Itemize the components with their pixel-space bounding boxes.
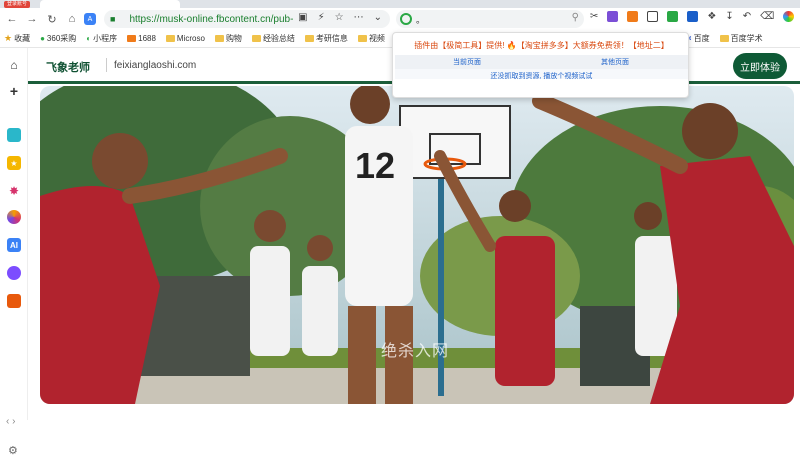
home-icon[interactable]: ⌂ xyxy=(64,11,80,27)
bookmark-item[interactable]: 考研信息 xyxy=(304,33,348,44)
chevron-down-icon[interactable]: ⌄ xyxy=(374,12,382,23)
app-star-icon[interactable]: ★ xyxy=(7,156,21,170)
folder-icon xyxy=(719,35,729,42)
trash-icon[interactable]: ⌫ xyxy=(760,11,774,22)
app-chat-icon[interactable] xyxy=(7,266,21,280)
forward-icon[interactable]: → xyxy=(24,11,40,27)
extension-purple-icon[interactable] xyxy=(607,11,619,22)
address-bar[interactable]: ■ https://musk-online.fbcontent.cn/pub- … xyxy=(104,10,390,28)
browser-app-icon[interactable]: A xyxy=(84,13,96,25)
extension-green-icon[interactable] xyxy=(667,11,679,22)
divider xyxy=(106,58,107,72)
folder-icon xyxy=(165,35,175,42)
home-icon[interactable]: ⌂ xyxy=(7,58,21,72)
site-logo[interactable]: 飞象老师 xyxy=(46,59,90,75)
bookmark-item[interactable]: 百度学术 xyxy=(719,33,763,44)
watermark-text: 绝杀入网 xyxy=(381,343,450,360)
bookmark-item[interactable]: 1688 xyxy=(127,34,156,43)
bookmark-item[interactable]: ● 360采购 xyxy=(40,33,76,44)
bookmark-item[interactable]: ◐ 小程序 xyxy=(86,33,117,44)
add-icon[interactable]: + xyxy=(7,83,21,99)
search-engine-icon xyxy=(400,13,412,25)
search-bar[interactable]: 。 ⚲ xyxy=(396,10,584,28)
active-tab[interactable] xyxy=(40,0,180,8)
folder-icon xyxy=(214,35,224,42)
folder-icon xyxy=(357,35,367,42)
sidebar-pager-icon[interactable]: ‹ › xyxy=(6,416,15,427)
download-icon[interactable]: ↧ xyxy=(725,11,733,22)
lightning-icon[interactable]: ⚡ xyxy=(318,12,325,23)
lock-icon: ■ xyxy=(110,14,116,24)
profile-icon[interactable] xyxy=(783,11,795,22)
star-icon: ★ xyxy=(4,33,13,43)
jersey-number: 12 xyxy=(355,145,395,186)
bookmark-item[interactable]: Microso xyxy=(165,34,205,43)
bookmark-item[interactable]: 购物 xyxy=(214,33,242,44)
tab-strip: 登录账号 xyxy=(0,0,800,8)
back-icon[interactable]: ← xyxy=(4,11,20,27)
globe-icon: ● xyxy=(40,34,45,43)
app-network-icon[interactable]: ✸ xyxy=(7,184,21,198)
bookmark-item[interactable]: 经验总结 xyxy=(251,33,295,44)
extension-bar: ✂ ❖ ↧ ↶ ⌫ ☰ xyxy=(590,11,800,22)
browser-toolbar: ← → ↻ ⌂ A ■ https://musk-online.fbconten… xyxy=(0,8,800,30)
site-domain: feixianglaoshi.com xyxy=(114,60,197,71)
search-icon[interactable]: ⚲ xyxy=(572,12,579,23)
tab-other-pages[interactable]: 其他页面 xyxy=(601,57,629,67)
login-badge[interactable]: 登录账号 xyxy=(4,1,31,8)
url-text[interactable]: https://musk-online.fbcontent.cn/pub- xyxy=(129,14,299,25)
extension-orange-icon[interactable] xyxy=(627,11,639,22)
try-now-button[interactable]: 立即体验 xyxy=(733,53,787,79)
app-ai-icon[interactable]: AI xyxy=(7,238,21,252)
gear-icon[interactable]: ⚙ xyxy=(8,444,18,457)
folder-icon xyxy=(127,35,137,42)
hero-image: 12 绝杀入网 xyxy=(40,86,794,404)
mini-program-icon: ◐ xyxy=(86,34,92,43)
folder-icon xyxy=(251,35,261,42)
popup-title[interactable]: 插件由【极简工具】提供! 🔥【淘宝拼多多】大额券免费领！【地址二】 xyxy=(393,40,690,51)
extension-blue-icon[interactable] xyxy=(687,11,699,22)
screenshot-icon[interactable]: ▣ xyxy=(298,12,307,23)
scissors-icon[interactable]: ✂ xyxy=(590,11,598,22)
bookmark-star-icon[interactable]: ☆ xyxy=(335,12,344,23)
bookmark-item[interactable]: 视频 xyxy=(357,33,385,44)
tab-current-page[interactable]: 当前页面 xyxy=(453,57,481,67)
popup-tab-row xyxy=(395,55,688,69)
search-input[interactable]: 。 xyxy=(416,13,425,26)
more-icon[interactable]: ⋯ xyxy=(354,12,364,23)
undo-icon[interactable]: ↶ xyxy=(743,11,751,22)
bookmark-item[interactable]: ★ 收藏 xyxy=(4,33,30,44)
extension-popup: 插件由【极简工具】提供! 🔥【淘宝拼多多】大额券免费领！【地址二】 当前页面 其… xyxy=(392,32,689,98)
puzzle-icon[interactable]: ❖ xyxy=(707,11,716,22)
extension-box-icon[interactable] xyxy=(647,11,659,22)
folder-icon xyxy=(304,35,314,42)
app-ai-circle-icon[interactable] xyxy=(7,210,21,224)
reload-icon[interactable]: ↻ xyxy=(44,11,60,27)
app-game-icon[interactable] xyxy=(7,294,21,308)
browser-sidebar: ⌂ + ★ ✸ AI ‹ › ⚙ xyxy=(0,48,28,457)
app-screen-icon[interactable] xyxy=(7,128,21,142)
popup-message: 还没抓取到资源, 播放个视频试试 xyxy=(490,73,593,80)
